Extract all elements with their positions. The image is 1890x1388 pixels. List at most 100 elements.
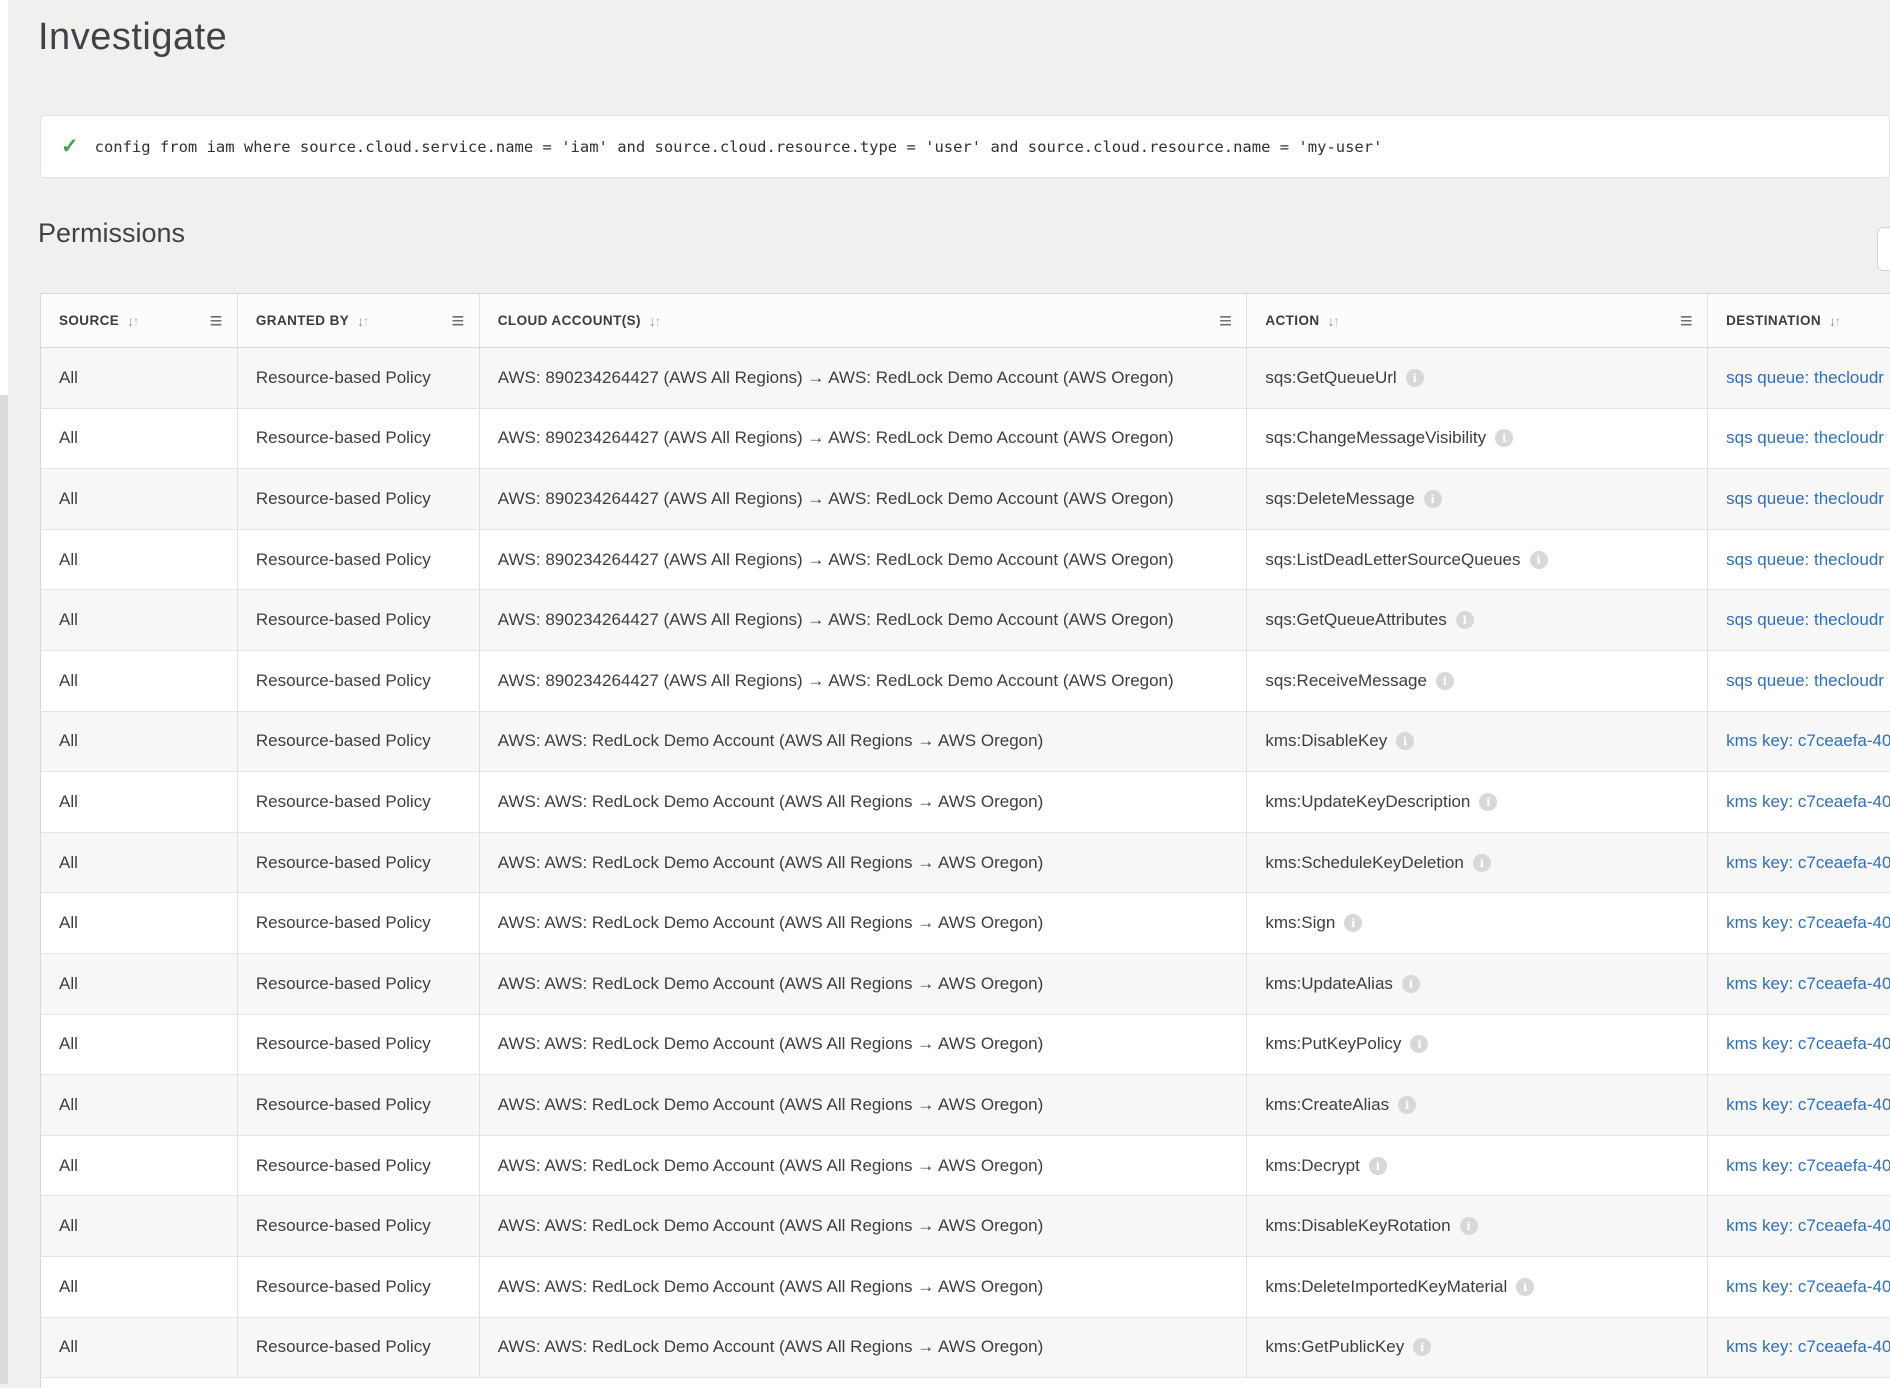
cell-granted-by: Resource-based Policy	[238, 772, 480, 832]
destination-link[interactable]: sqs queue: thecloudr	[1726, 428, 1884, 448]
destination-link[interactable]: kms key: c7ceaefa-40	[1726, 853, 1890, 873]
table-row: AllResource-based PolicyAWS: 89023426442…	[40, 590, 1890, 651]
info-icon[interactable]: i	[1410, 1035, 1428, 1053]
sort-icon[interactable]: ↓↑	[649, 313, 662, 329]
cell-action: kms:Decrypt i	[1247, 1136, 1708, 1196]
cell-cloud-accounts: AWS: 890234264427 (AWS All Regions) → AW…	[480, 348, 1248, 408]
info-icon[interactable]: i	[1406, 369, 1424, 387]
table-row: AllResource-based PolicyAWS: AWS: RedLoc…	[40, 1196, 1890, 1257]
cell-source: All	[41, 1015, 238, 1075]
cell-destination: sqs queue: thecloudr	[1708, 409, 1890, 469]
column-menu-icon[interactable]: ≡	[440, 310, 465, 332]
info-icon[interactable]: i	[1460, 1217, 1478, 1235]
cell-granted-by: Resource-based Policy	[238, 1015, 480, 1075]
info-icon[interactable]: i	[1473, 854, 1491, 872]
destination-link[interactable]: kms key: c7ceaefa-40	[1726, 1156, 1890, 1176]
action-label: kms:UpdateAlias	[1265, 974, 1393, 994]
cell-action: kms:CreateAliasi	[1247, 1075, 1708, 1135]
cell-cloud-accounts: AWS: AWS: RedLock Demo Account (AWS All …	[480, 893, 1248, 953]
info-icon[interactable]: i	[1398, 1096, 1416, 1114]
cell-action: kms:GetPublicKeyi	[1247, 1318, 1708, 1378]
cell-granted-by: Resource-based Policy	[238, 651, 480, 711]
sort-up-arrow-icon: ↑	[654, 313, 661, 329]
destination-link[interactable]: kms key: c7ceaefa-40	[1726, 731, 1890, 751]
info-icon[interactable]: i	[1530, 551, 1548, 569]
sort-icon[interactable]: ↓↑	[1328, 313, 1341, 329]
info-icon[interactable]: i	[1396, 732, 1414, 750]
info-icon[interactable]: i	[1424, 490, 1442, 508]
query-text[interactable]: config from iam where source.cloud.servi…	[95, 138, 1383, 156]
table-row: AllResource-based PolicyAWS: AWS: RedLoc…	[40, 1015, 1890, 1076]
destination-link[interactable]: kms key: c7ceaefa-40	[1726, 1277, 1890, 1297]
table-row-partial	[40, 1378, 1890, 1388]
cell-action: sqs:GetQueueAttributesi	[1247, 590, 1708, 650]
destination-link[interactable]: sqs queue: thecloudr	[1726, 489, 1884, 509]
query-input-bar[interactable]: ✓ config from iam where source.cloud.ser…	[40, 115, 1890, 178]
column-header-cloud-account-s-[interactable]: CLOUD ACCOUNT(S)↓↑≡	[480, 294, 1248, 347]
cell-action: kms:UpdateKeyDescriptioni	[1247, 772, 1708, 832]
cell-granted-by: Resource-based Policy	[238, 530, 480, 590]
cell-cloud-accounts: AWS: AWS: RedLock Demo Account (AWS All …	[480, 954, 1248, 1014]
sort-up-arrow-icon: ↑	[1333, 313, 1340, 329]
destination-link[interactable]: sqs queue: thecloudr	[1726, 671, 1884, 691]
sort-icon[interactable]: ↓↑	[357, 313, 370, 329]
page-title: Investigate	[38, 16, 227, 59]
section-title-permissions: Permissions	[38, 218, 185, 249]
info-icon[interactable]: i	[1369, 1157, 1387, 1175]
info-icon[interactable]: i	[1402, 975, 1420, 993]
info-icon[interactable]: i	[1413, 1338, 1431, 1356]
cell-cloud-accounts: AWS: AWS: RedLock Demo Account (AWS All …	[480, 772, 1248, 832]
cell-destination: sqs queue: thecloudr	[1708, 590, 1890, 650]
column-header-label: SOURCE	[59, 313, 119, 328]
permissions-table: SOURCE↓↑≡GRANTED BY↓↑≡CLOUD ACCOUNT(S)↓↑…	[40, 293, 1890, 1388]
cell-source: All	[41, 833, 238, 893]
action-label: kms:ScheduleKeyDeletion	[1265, 853, 1463, 873]
action-label: kms:Decrypt	[1265, 1156, 1359, 1176]
cell-granted-by: Resource-based Policy	[238, 954, 480, 1014]
cell-source: All	[41, 590, 238, 650]
table-row: AllResource-based PolicyAWS: AWS: RedLoc…	[40, 712, 1890, 773]
cell-cloud-accounts: AWS: 890234264427 (AWS All Regions) → AW…	[480, 651, 1248, 711]
sort-up-arrow-icon: ↑	[1834, 313, 1841, 329]
column-menu-icon[interactable]: ≡	[1668, 310, 1693, 332]
column-header-source[interactable]: SOURCE ↓↑ ≡	[41, 294, 238, 347]
info-icon[interactable]: i	[1479, 793, 1497, 811]
info-icon[interactable]: i	[1495, 429, 1513, 447]
info-icon[interactable]: i	[1344, 914, 1362, 932]
info-icon[interactable]: i	[1456, 611, 1474, 629]
toolbar-button-partial[interactable]	[1877, 227, 1890, 271]
column-header-granted-by[interactable]: GRANTED BY ↓↑ ≡	[238, 294, 480, 347]
destination-link[interactable]: sqs queue: thecloudr	[1726, 550, 1884, 570]
destination-link[interactable]: kms key: c7ceaefa-40	[1726, 913, 1890, 933]
cell-granted-by: Resource-based Policy	[238, 893, 480, 953]
destination-link[interactable]: kms key: c7ceaefa-40	[1726, 792, 1890, 812]
destination-link[interactable]: sqs queue: thecloudr	[1726, 368, 1884, 388]
cell-granted-by: Resource-based Policy	[238, 469, 480, 529]
destination-link[interactable]: kms key: c7ceaefa-40	[1726, 1034, 1890, 1054]
sort-up-arrow-icon: ↑	[363, 313, 370, 329]
cell-destination: kms key: c7ceaefa-40	[1708, 772, 1890, 832]
column-header-action[interactable]: ACTION↓↑≡	[1247, 294, 1708, 347]
cell-cloud-accounts: AWS: AWS: RedLock Demo Account (AWS All …	[480, 1136, 1248, 1196]
column-menu-icon[interactable]: ≡	[198, 310, 223, 332]
column-header-label: GRANTED BY	[256, 313, 349, 328]
table-row: AllResource-based PolicyAWS: AWS: RedLoc…	[40, 1318, 1890, 1379]
info-icon[interactable]: i	[1436, 672, 1454, 690]
info-icon[interactable]: i	[1516, 1278, 1534, 1296]
destination-link[interactable]: kms key: c7ceaefa-40	[1726, 1216, 1890, 1236]
column-header-destination[interactable]: DESTINATION↓↑	[1708, 294, 1890, 347]
destination-link[interactable]: kms key: c7ceaefa-40	[1726, 974, 1890, 994]
action-label: sqs:ReceiveMessage	[1265, 671, 1427, 691]
destination-link[interactable]: kms key: c7ceaefa-40	[1726, 1095, 1890, 1115]
destination-link[interactable]: sqs queue: thecloudr	[1726, 610, 1884, 630]
action-label: kms:DisableKey	[1265, 731, 1387, 751]
sort-icon[interactable]: ↓↑	[1829, 313, 1842, 329]
table-body: AllResource-based PolicyAWS: 89023426442…	[40, 348, 1890, 1378]
query-valid-check-icon: ✓	[61, 136, 79, 157]
cell-granted-by: Resource-based Policy	[238, 712, 480, 772]
destination-link[interactable]: kms key: c7ceaefa-40	[1726, 1337, 1890, 1357]
sort-icon[interactable]: ↓↑	[127, 313, 140, 329]
table-row: AllResource-based PolicyAWS: AWS: RedLoc…	[40, 1136, 1890, 1197]
cell-cloud-accounts: AWS: AWS: RedLock Demo Account (AWS All …	[480, 1318, 1248, 1378]
column-menu-icon[interactable]: ≡	[1207, 310, 1232, 332]
